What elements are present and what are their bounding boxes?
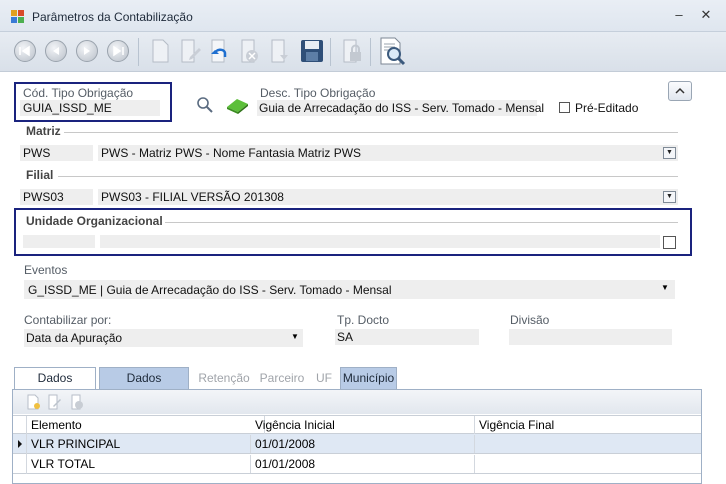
cell-vigencia-inicial[interactable]: 01/01/2008: [251, 455, 475, 473]
new-icon[interactable]: [146, 37, 174, 65]
matriz-description: PWS - Matriz PWS - Nome Fantasia Matriz …: [101, 146, 362, 160]
matriz-code: PWS: [23, 146, 51, 160]
chevron-down-icon: ▼: [661, 283, 669, 292]
table-row[interactable]: VLR PRINCIPAL 01/01/2008: [13, 434, 701, 454]
delete-icon[interactable]: [236, 37, 264, 65]
title-bar: Parâmetros da Contabilização – ✕: [0, 0, 726, 32]
grid-toolbar: [13, 390, 701, 414]
unidade-organizacional-title: Unidade Organizacional: [26, 214, 163, 228]
collapse-button[interactable]: [668, 81, 692, 101]
row-selector[interactable]: [13, 434, 27, 454]
eraser-icon[interactable]: [224, 96, 250, 114]
filial-code: PWS03: [23, 190, 64, 204]
unidade-organizacional-select[interactable]: [100, 235, 660, 248]
matriz-code-field[interactable]: PWS: [20, 145, 93, 161]
column-header-vigencia-final[interactable]: Vigência Final: [475, 416, 701, 434]
desc-tipo-obrigacao-field: Guia de Arrecadação do ISS - Serv. Tomad…: [257, 100, 544, 116]
unidade-organizacional-dropdown[interactable]: [663, 236, 676, 249]
minimize-button[interactable]: –: [670, 8, 688, 24]
toolbar: [0, 32, 726, 72]
column-header-vigencia-inicial[interactable]: Vigência Inicial: [251, 416, 475, 434]
cell-elemento[interactable]: VLR PRINCIPAL: [27, 435, 251, 453]
last-record-button[interactable]: [104, 37, 132, 65]
grid-header: Elemento Vigência Inicial Vigência Final: [13, 415, 701, 435]
undo-icon[interactable]: [206, 37, 234, 65]
matriz-select[interactable]: PWS - Matriz PWS - Nome Fantasia Matriz …: [98, 145, 678, 161]
tab-municipio[interactable]: Município: [340, 367, 397, 389]
next-icon: [76, 40, 98, 62]
cod-tipo-obrigacao-input[interactable]: GUIA_ISSD_ME: [20, 100, 160, 116]
contabilizar-por-label: Contabilizar por:: [24, 313, 112, 327]
save-dropdown-icon[interactable]: [266, 37, 294, 65]
edit-icon[interactable]: [176, 37, 204, 65]
tp-docto-label: Tp. Docto: [337, 313, 390, 327]
cod-tipo-obrigacao-label: Cód. Tipo Obrigação: [23, 86, 134, 100]
row-selector-header: [13, 416, 27, 435]
row-selector[interactable]: [13, 454, 27, 474]
filial-select[interactable]: PWS03 - FILIAL VERSÃO 201308 ▼: [98, 189, 678, 205]
first-icon: [14, 40, 36, 62]
cod-tipo-obrigacao-value: GUIA_ISSD_ME: [23, 101, 112, 115]
chevron-down-icon[interactable]: ▼: [663, 191, 676, 203]
column-header-elemento[interactable]: Elemento: [27, 416, 265, 434]
cell-vigencia-inicial[interactable]: 01/01/2008: [251, 435, 475, 453]
search-document-icon[interactable]: [376, 35, 408, 67]
contabilizar-por-select[interactable]: Data da Apuração ▼: [24, 329, 303, 347]
previous-icon: [45, 40, 67, 62]
tab-dados-bancarios[interactable]: Dados Bancários: [99, 367, 189, 405]
chevron-down-icon[interactable]: ▼: [663, 147, 676, 159]
tp-docto-field[interactable]: SA: [335, 329, 479, 345]
unidade-organizacional-code-field[interactable]: [23, 235, 95, 248]
last-icon: [107, 40, 129, 62]
tab-parceiro[interactable]: Parceiro: [257, 367, 307, 389]
filial-description: PWS03 - FILIAL VERSÃO 201308: [101, 190, 284, 204]
eventos-value: G_ISSD_ME | Guia de Arrecadação do ISS -…: [28, 283, 392, 297]
app-icon: [11, 10, 24, 23]
chevron-down-icon: ▼: [291, 332, 299, 341]
table-row[interactable]: VLR TOTAL 01/01/2008: [13, 454, 701, 474]
current-row-arrow-icon: [18, 440, 22, 448]
eventos-label: Eventos: [24, 263, 68, 277]
divisao-label: Divisão: [510, 313, 550, 327]
tab-dados-basicos[interactable]: Dados Básicos: [14, 367, 96, 405]
pre-editado-checkbox[interactable]: [559, 102, 570, 113]
first-record-button[interactable]: [11, 37, 39, 65]
divisao-field[interactable]: [509, 329, 672, 345]
window-title: Parâmetros da Contabilização: [32, 10, 193, 24]
search-icon[interactable]: [196, 96, 214, 114]
tp-docto-value: SA: [337, 330, 354, 344]
delete-row-icon[interactable]: [69, 394, 85, 410]
close-button[interactable]: ✕: [697, 8, 715, 24]
tab-uf[interactable]: UF: [311, 367, 337, 389]
cell-elemento[interactable]: VLR TOTAL: [27, 455, 251, 473]
matriz-title: Matriz: [26, 124, 61, 138]
new-row-icon[interactable]: [25, 394, 41, 410]
contabilizar-por-value: Data da Apuração: [26, 331, 123, 345]
chevron-up-icon: [675, 87, 685, 94]
lock-icon[interactable]: [338, 37, 366, 65]
filial-code-field[interactable]: PWS03: [20, 189, 93, 205]
next-record-button[interactable]: [73, 37, 101, 65]
desc-tipo-obrigacao-label: Desc. Tipo Obrigação: [260, 86, 376, 100]
previous-record-button[interactable]: [42, 37, 70, 65]
pre-editado-label: Pré-Editado: [575, 101, 639, 115]
save-icon[interactable]: [298, 37, 326, 65]
filial-title: Filial: [26, 168, 54, 182]
edit-row-icon[interactable]: [46, 394, 62, 410]
desc-tipo-obrigacao-value: Guia de Arrecadação do ISS - Serv. Tomad…: [259, 101, 545, 115]
eventos-select[interactable]: G_ISSD_ME | Guia de Arrecadação do ISS -…: [24, 280, 675, 299]
tab-retencao[interactable]: Retenção: [195, 367, 253, 389]
